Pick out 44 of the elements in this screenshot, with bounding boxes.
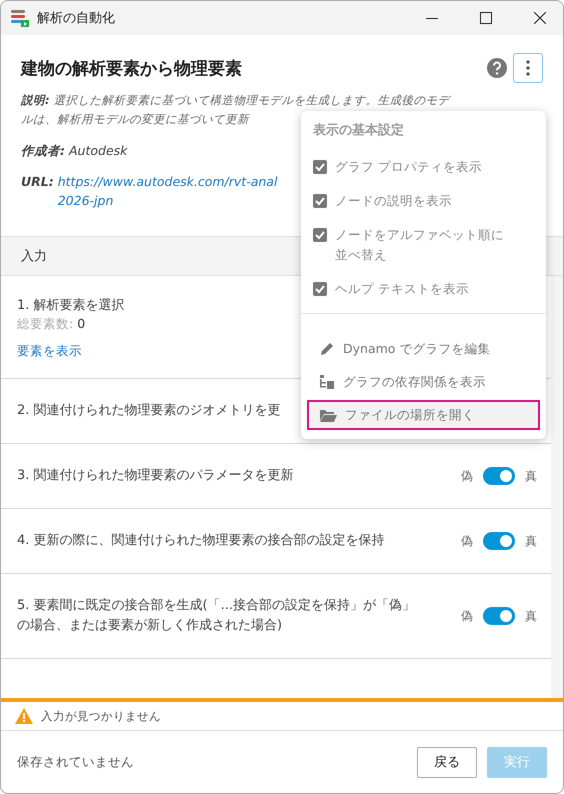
input-label: 2. 関連付けられた物理要素のジオメトリを更 [17, 402, 281, 420]
hierarchy-icon [319, 374, 335, 390]
menu-option[interactable]: グラフ プロパティを表示 [335, 157, 482, 177]
menu-item[interactable]: グラフの依存関係を表示 [307, 367, 540, 397]
checkbox[interactable] [313, 160, 327, 174]
false-label: 偽 [461, 532, 473, 550]
save-status: 保存されていません [17, 754, 135, 770]
window-title: 解析の自動化 [37, 10, 116, 27]
input-label: 1. 解析要素を選択 [17, 297, 126, 315]
page-title: 建物の解析要素から物理要素 [21, 58, 243, 80]
close-icon [534, 12, 546, 24]
checkbox[interactable] [313, 228, 327, 242]
toggle-switch[interactable] [483, 467, 515, 485]
menu-option[interactable]: ノードの説明を表示 [335, 191, 452, 211]
show-elements-link[interactable]: 要素を表示 [17, 343, 82, 360]
false-label: 偽 [461, 608, 473, 624]
url-link[interactable]: https://www.autodesk.com/rvt-anal 2026-jpn [58, 172, 278, 210]
toggle-switch[interactable] [483, 532, 515, 550]
warning-icon [15, 708, 33, 724]
menu-item[interactable]: Dynamo でグラフを編集 [307, 334, 540, 364]
input-label: 4. 更新の際に、関連付けられた物理要素の接合部の設定を保持 [17, 532, 386, 550]
checkbox[interactable] [313, 282, 327, 296]
more-icon [526, 60, 530, 76]
url-label: URL: [21, 174, 54, 189]
checkbox[interactable] [313, 194, 327, 208]
folder-icon [319, 408, 337, 422]
input-label: 3. 関連付けられた物理要素のパラメータを更新 [17, 467, 295, 485]
true-label: 真 [525, 468, 537, 484]
pencil-icon [319, 341, 335, 357]
warning-message: 入力が見つかりません [41, 708, 161, 724]
back-button[interactable]: 戻る [417, 746, 477, 778]
true-label: 真 [525, 532, 537, 550]
menu-item[interactable]: ファイルの場所を開く [307, 400, 540, 430]
author: 作成者: Autodesk [21, 142, 128, 160]
help-icon[interactable] [487, 58, 507, 78]
true-label: 真 [525, 608, 537, 624]
element-count: 総要素数: 0 [17, 316, 86, 333]
input-label: 5. 要素間に既定の接合部を生成(「...接合部の設定を保持」が「偽」の場合、または要素が新しく作成された場合) [17, 597, 416, 635]
more-options-button[interactable] [513, 53, 543, 83]
toggle-switch[interactable] [483, 607, 515, 625]
menu-option[interactable]: ヘルプ テキストを表示 [335, 279, 469, 299]
app-icon [11, 9, 29, 27]
maximize-icon [480, 12, 492, 24]
false-label: 偽 [461, 468, 473, 484]
